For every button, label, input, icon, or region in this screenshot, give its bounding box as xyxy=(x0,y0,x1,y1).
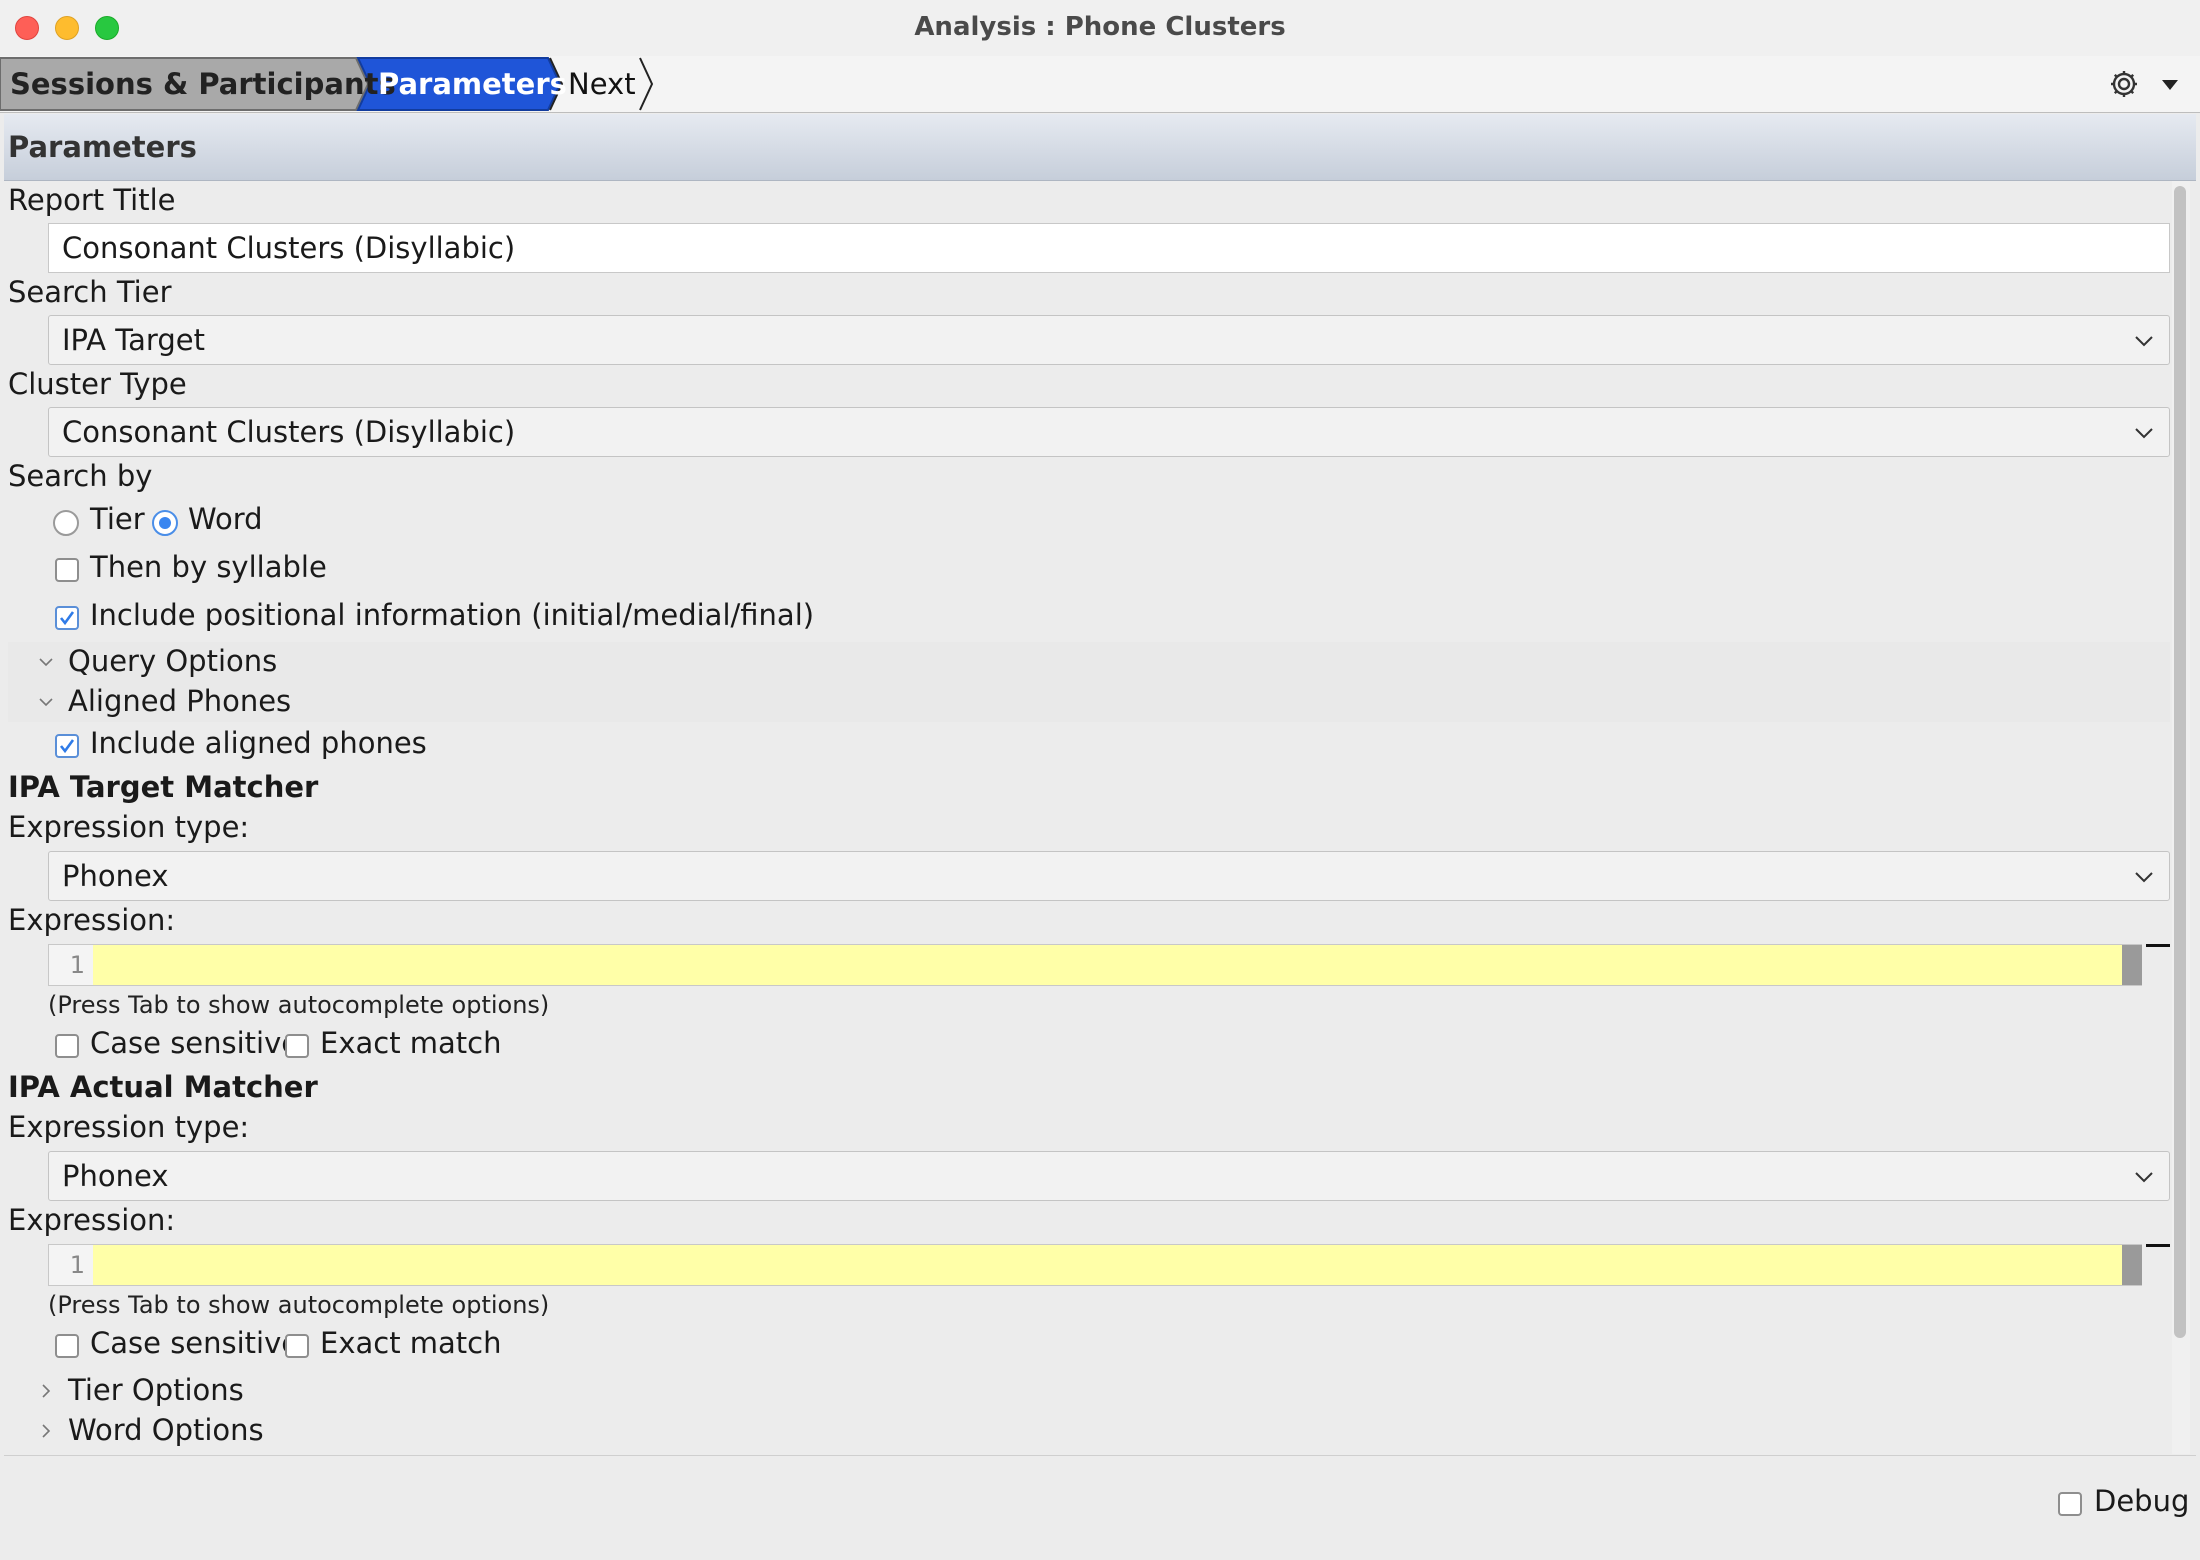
target-case-sensitive-checkbox[interactable] xyxy=(55,1034,79,1058)
target-expression-editor[interactable]: 1 xyxy=(48,944,2142,986)
search-by-tier-label: Tier xyxy=(90,502,145,536)
aligned-phones-toggle[interactable]: Aligned Phones xyxy=(8,682,2170,722)
include-positional-checkbox[interactable] xyxy=(55,606,79,630)
breadcrumb-parameters[interactable]: Parameters xyxy=(378,56,567,112)
actual-expr-type-label: Expression type: xyxy=(8,1110,250,1144)
target-exact-match-label: Exact match xyxy=(320,1026,502,1060)
cluster-type-label: Cluster Type xyxy=(8,367,187,401)
breadcrumb: Sessions & Participants Parameters Next xyxy=(0,56,2200,113)
actual-exact-match-checkbox[interactable] xyxy=(285,1334,309,1358)
gear-icon[interactable] xyxy=(2108,68,2140,100)
include-aligned-phones-checkbox[interactable] xyxy=(55,734,79,758)
editor-scrollbar[interactable] xyxy=(2122,1245,2142,1285)
actual-autocomplete-hint: (Press Tab to show autocomplete options) xyxy=(48,1291,550,1319)
panel-title: Parameters xyxy=(8,130,197,164)
chevron-down-icon xyxy=(2135,872,2153,883)
window-title: Analysis : Phone Clusters xyxy=(914,12,1286,42)
actual-case-sensitive-checkbox[interactable] xyxy=(55,1334,79,1358)
footer: Debug xyxy=(4,1455,2196,1556)
search-by-word-label: Word xyxy=(188,502,263,536)
breadcrumb-next[interactable]: Next xyxy=(568,56,636,112)
report-title-label: Report Title xyxy=(8,183,176,217)
word-options-label: Word Options xyxy=(68,1413,264,1447)
chevron-down-icon xyxy=(39,698,53,707)
chevron-right-icon xyxy=(42,1384,51,1398)
actual-case-sensitive-label: Case sensitive xyxy=(90,1326,300,1360)
line-number: 1 xyxy=(49,1245,93,1285)
debug-label: Debug xyxy=(2094,1484,2190,1518)
target-matcher-heading: IPA Target Matcher xyxy=(8,770,319,804)
target-expr-type-select[interactable]: Phonex xyxy=(48,851,2170,901)
target-case-sensitive-label: Case sensitive xyxy=(90,1026,300,1060)
word-options-toggle[interactable]: Word Options xyxy=(8,1411,2170,1451)
query-options-label: Query Options xyxy=(68,644,278,678)
chevron-down-icon xyxy=(2135,1172,2153,1183)
line-number: 1 xyxy=(49,945,93,985)
editor-edge xyxy=(2146,1244,2170,1247)
debug-checkbox[interactable] xyxy=(2058,1492,2082,1516)
cluster-type-select[interactable]: Consonant Clusters (Disyllabic) xyxy=(48,407,2170,457)
include-aligned-phones-label: Include aligned phones xyxy=(90,726,427,760)
actual-exact-match-label: Exact match xyxy=(320,1326,502,1360)
include-positional-label: Include positional information (initial/… xyxy=(90,598,815,632)
then-by-syllable-checkbox[interactable] xyxy=(55,558,79,582)
search-by-label: Search by xyxy=(8,459,153,493)
chevron-down-icon xyxy=(2135,336,2153,347)
aligned-phones-label: Aligned Phones xyxy=(68,684,292,718)
checkmark-icon xyxy=(59,611,75,626)
cluster-type-value: Consonant Clusters (Disyllabic) xyxy=(62,415,516,449)
editor-edge xyxy=(2146,944,2170,947)
actual-expr-type-value: Phonex xyxy=(62,1159,169,1193)
chevron-right-icon xyxy=(42,1424,51,1438)
editor-scrollbar[interactable] xyxy=(2122,945,2142,985)
target-expr-type-value: Phonex xyxy=(62,859,169,893)
parameters-form: Report Title Consonant Clusters (Disylla… xyxy=(0,181,2170,1454)
actual-matcher-heading: IPA Actual Matcher xyxy=(8,1070,318,1104)
query-options-toggle[interactable]: Query Options xyxy=(8,642,2170,682)
actual-expr-type-select[interactable]: Phonex xyxy=(48,1151,2170,1201)
chevron-down-icon xyxy=(2135,428,2153,439)
tier-options-label: Tier Options xyxy=(68,1373,244,1407)
tier-options-toggle[interactable]: Tier Options xyxy=(8,1371,2170,1411)
panel-header: Parameters xyxy=(4,114,2196,181)
chevron-down-icon[interactable] xyxy=(2160,78,2180,92)
chevron-down-icon xyxy=(39,658,53,667)
target-expr-type-label: Expression type: xyxy=(8,810,250,844)
actual-expr-label: Expression: xyxy=(8,1203,176,1237)
checkmark-icon xyxy=(59,739,75,754)
title-bar: Analysis : Phone Clusters xyxy=(0,0,2200,57)
target-exact-match-checkbox[interactable] xyxy=(285,1034,309,1058)
then-by-syllable-label: Then by syllable xyxy=(90,550,327,584)
actual-expression-editor[interactable]: 1 xyxy=(48,1244,2142,1286)
report-title-input[interactable]: Consonant Clusters (Disyllabic) xyxy=(48,223,2170,273)
breadcrumb-sessions-participants[interactable]: Sessions & Participants xyxy=(10,56,396,112)
search-by-word-radio[interactable] xyxy=(152,510,178,536)
target-autocomplete-hint: (Press Tab to show autocomplete options) xyxy=(48,991,550,1019)
search-tier-label: Search Tier xyxy=(8,275,172,309)
target-expr-label: Expression: xyxy=(8,903,176,937)
search-tier-value: IPA Target xyxy=(62,323,205,357)
search-tier-select[interactable]: IPA Target xyxy=(48,315,2170,365)
search-by-tier-radio[interactable] xyxy=(53,510,79,536)
content-scrollbar-thumb[interactable] xyxy=(2174,186,2186,1338)
